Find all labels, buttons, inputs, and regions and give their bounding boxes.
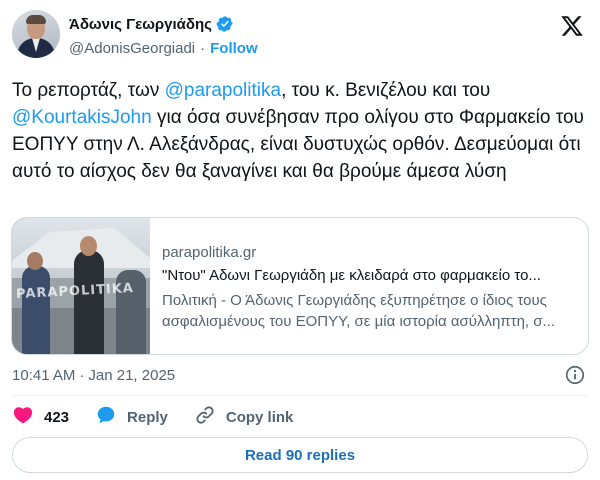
follow-button[interactable]: Follow <box>210 40 258 57</box>
thumbnail-person-center <box>74 250 104 354</box>
tweet-time: 10:41 AM <box>12 366 76 384</box>
tweet-actions: 423 Reply Copy link <box>12 404 319 430</box>
tweet-date: Jan 21, 2025 <box>88 366 176 384</box>
link-card-domain: parapolitika.gr <box>162 244 257 261</box>
author-avatar[interactable] <box>12 10 60 58</box>
link-card-description: Πολιτική - Ο Άδωνις Γεωργιάδης εξυπηρέτη… <box>162 292 556 330</box>
tweet-timestamp[interactable]: 10:41 AM · Jan 21, 2025 <box>12 364 588 386</box>
read-replies-button[interactable]: Read 90 replies <box>12 437 588 473</box>
like-button[interactable]: 423 <box>12 404 69 430</box>
reply-label: Reply <box>127 408 168 426</box>
actions-divider <box>12 395 588 396</box>
heart-icon <box>12 404 34 430</box>
author-name[interactable]: Άδωνις Γεωργιάδης <box>69 16 212 33</box>
author-handle[interactable]: @AdonisGeorgiadi <box>69 40 195 57</box>
mention-link[interactable]: @parapolitika <box>165 80 281 101</box>
speech-bubble-icon <box>95 404 117 430</box>
copy-link-label: Copy link <box>225 408 294 426</box>
copy-link-button[interactable]: Copy link <box>194 404 294 430</box>
avatar-hair <box>26 15 46 24</box>
link-card-title: "Ντου" Αδωνι Γεωργιάδη με κλειδαρά στο φ… <box>162 267 541 284</box>
handle-separator: · <box>200 40 206 57</box>
mention-link[interactable]: @KourtakisJohn <box>12 107 152 128</box>
reply-button[interactable]: Reply <box>95 404 168 430</box>
tweet-text-segment: , του κ. Βενιζέλου και του <box>281 80 491 101</box>
link-icon <box>194 404 216 430</box>
author-handle-row: @AdonisGeorgiadi · Follow <box>69 40 258 57</box>
timestamp-separator: · <box>79 366 85 384</box>
link-card-thumbnail: PARAPOLITIKA <box>12 218 150 354</box>
tweet-text-segment: Το ρεπορτάζ, των <box>12 80 165 101</box>
thumbnail-person-left-head <box>27 252 43 270</box>
info-icon[interactable] <box>564 364 586 386</box>
author-name-row: Άδωνις Γεωργιάδης <box>69 15 234 33</box>
thumbnail-person-center-head <box>80 236 97 256</box>
x-logo-icon[interactable] <box>560 14 584 38</box>
verified-badge-icon <box>216 15 234 33</box>
tweet-header: Άδωνις Γεωργιάδης @AdonisGeorgiadi · Fol… <box>12 10 588 66</box>
tweet-text: Το ρεπορτάζ, των @parapolitika, του κ. Β… <box>12 77 588 185</box>
link-card-body: parapolitika.gr "Ντου" Αδωνι Γεωργιάδη μ… <box>162 244 580 332</box>
link-card[interactable]: PARAPOLITIKA parapolitika.gr "Ντου" Αδων… <box>11 217 589 355</box>
like-count: 423 <box>44 408 70 426</box>
thumbnail-person-left <box>22 266 50 354</box>
